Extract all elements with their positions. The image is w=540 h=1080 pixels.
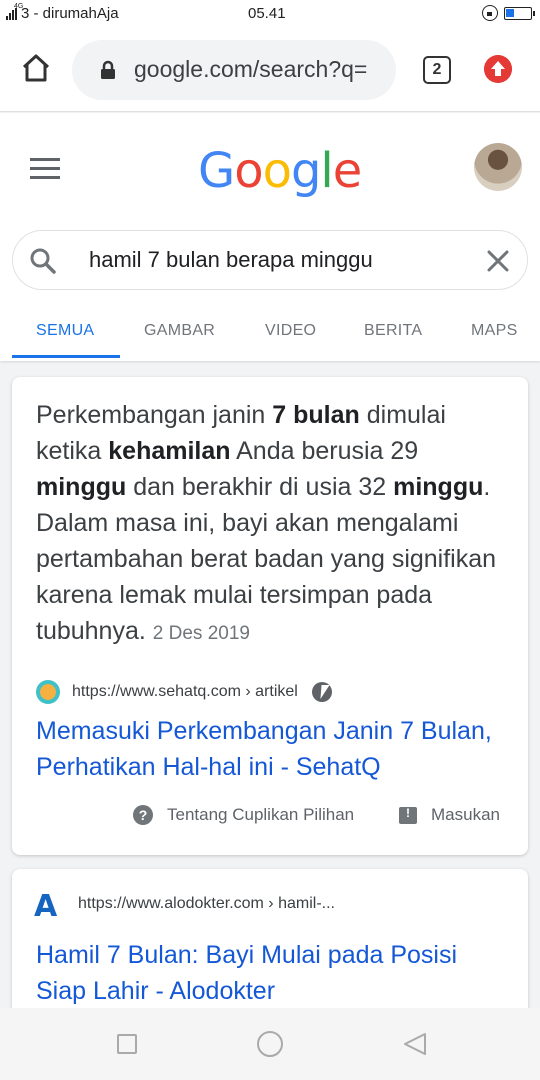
google-header: Google hamil 7 bulan berapa minggu SEMUA…: [0, 113, 540, 361]
home-icon[interactable]: [20, 52, 52, 84]
google-results-page: Google hamil 7 bulan berapa minggu SEMUA…: [0, 113, 540, 1029]
snippet-fragment: Anda berusia 29: [230, 437, 419, 465]
search-result-card: A https://www.alodokter.com › hamil-... …: [12, 869, 528, 1029]
snippet-date: 2 Des 2019: [152, 623, 250, 644]
result-title-link[interactable]: Memasuki Perkembangan Janin 7 Bulan, Per…: [36, 713, 506, 785]
sehatq-favicon: [36, 680, 60, 704]
tab-semua[interactable]: SEMUA: [36, 322, 94, 340]
update-icon[interactable]: [484, 55, 512, 83]
about-snippets-link[interactable]: ? Tentang Cuplikan Pilihan: [133, 805, 354, 825]
rotation-lock-icon: [482, 5, 498, 21]
result-url[interactable]: https://www.alodokter.com › hamil-...: [78, 895, 335, 913]
result-title-link[interactable]: Hamil 7 Bulan: Bayi Mulai pada Posisi Si…: [36, 937, 506, 1009]
home-nav-icon[interactable]: [257, 1031, 283, 1057]
tab-gambar[interactable]: GAMBAR: [144, 322, 215, 340]
network-type: 4G: [14, 3, 24, 10]
feedback-label[interactable]: Masukan: [431, 805, 500, 825]
result-source[interactable]: https://www.sehatq.com › artikel: [36, 679, 332, 705]
tab-video[interactable]: VIDEO: [265, 322, 316, 340]
logo-letter: G: [198, 143, 235, 199]
logo-letter: o: [262, 143, 292, 199]
search-query[interactable]: hamil 7 bulan berapa minggu: [89, 247, 373, 273]
clock: 05.41: [248, 5, 286, 22]
snippet-highlight: kehamilan: [108, 437, 231, 465]
tab-maps[interactable]: MAPS: [471, 322, 518, 340]
logo-letter: o: [234, 143, 263, 199]
search-icon[interactable]: [29, 247, 57, 275]
menu-icon[interactable]: [30, 158, 60, 180]
featured-snippet-card: Perkembangan janin 7 bulan dimulai ketik…: [12, 377, 528, 855]
avatar[interactable]: [474, 143, 522, 191]
clear-icon[interactable]: [485, 248, 511, 274]
help-icon: ?: [133, 805, 153, 825]
snippet-highlight: 7 bulan: [272, 401, 360, 429]
carrier-name: 3 - dirumahAja: [21, 5, 119, 22]
snippet-text: Perkembangan janin 7 bulan dimulai ketik…: [36, 397, 508, 652]
status-bar: 4G 3 - dirumahAja 05.41: [0, 0, 540, 28]
lock-icon: [101, 60, 115, 79]
snippet-highlight: minggu: [36, 473, 127, 501]
back-icon[interactable]: [402, 1031, 428, 1057]
snippet-fragment: Perkembangan janin: [36, 401, 273, 429]
result-url[interactable]: https://www.sehatq.com › artikel: [72, 683, 298, 701]
feedback-icon: [399, 806, 417, 824]
search-input[interactable]: hamil 7 bulan berapa minggu: [12, 230, 528, 290]
active-tab-indicator: [12, 355, 120, 358]
browser-toolbar: google.com/search?q= 2: [0, 28, 540, 112]
recents-icon[interactable]: [117, 1034, 137, 1054]
system-nav-bar: [0, 1008, 540, 1080]
snippet-fragment: dan berakhir di usia 32: [126, 473, 394, 501]
amp-icon: [311, 682, 332, 702]
tab-berita[interactable]: BERITA: [364, 322, 422, 340]
about-label[interactable]: Tentang Cuplikan Pilihan: [167, 805, 354, 825]
search-tabs: SEMUA GAMBAR VIDEO BERITA MAPS: [0, 308, 540, 360]
feedback-link[interactable]: Masukan: [399, 805, 500, 825]
url-text: google.com/search?q=: [134, 56, 368, 82]
logo-letter: e: [332, 143, 363, 199]
alodokter-favicon: A: [34, 889, 58, 924]
logo-letter: l: [320, 143, 333, 199]
address-bar[interactable]: google.com/search?q=: [72, 40, 396, 100]
logo-letter: g: [290, 143, 321, 199]
google-logo[interactable]: Google: [198, 143, 363, 199]
tab-switcher-button[interactable]: 2: [423, 56, 451, 84]
battery-icon: [504, 6, 535, 20]
snippet-highlight: minggu: [393, 473, 484, 501]
